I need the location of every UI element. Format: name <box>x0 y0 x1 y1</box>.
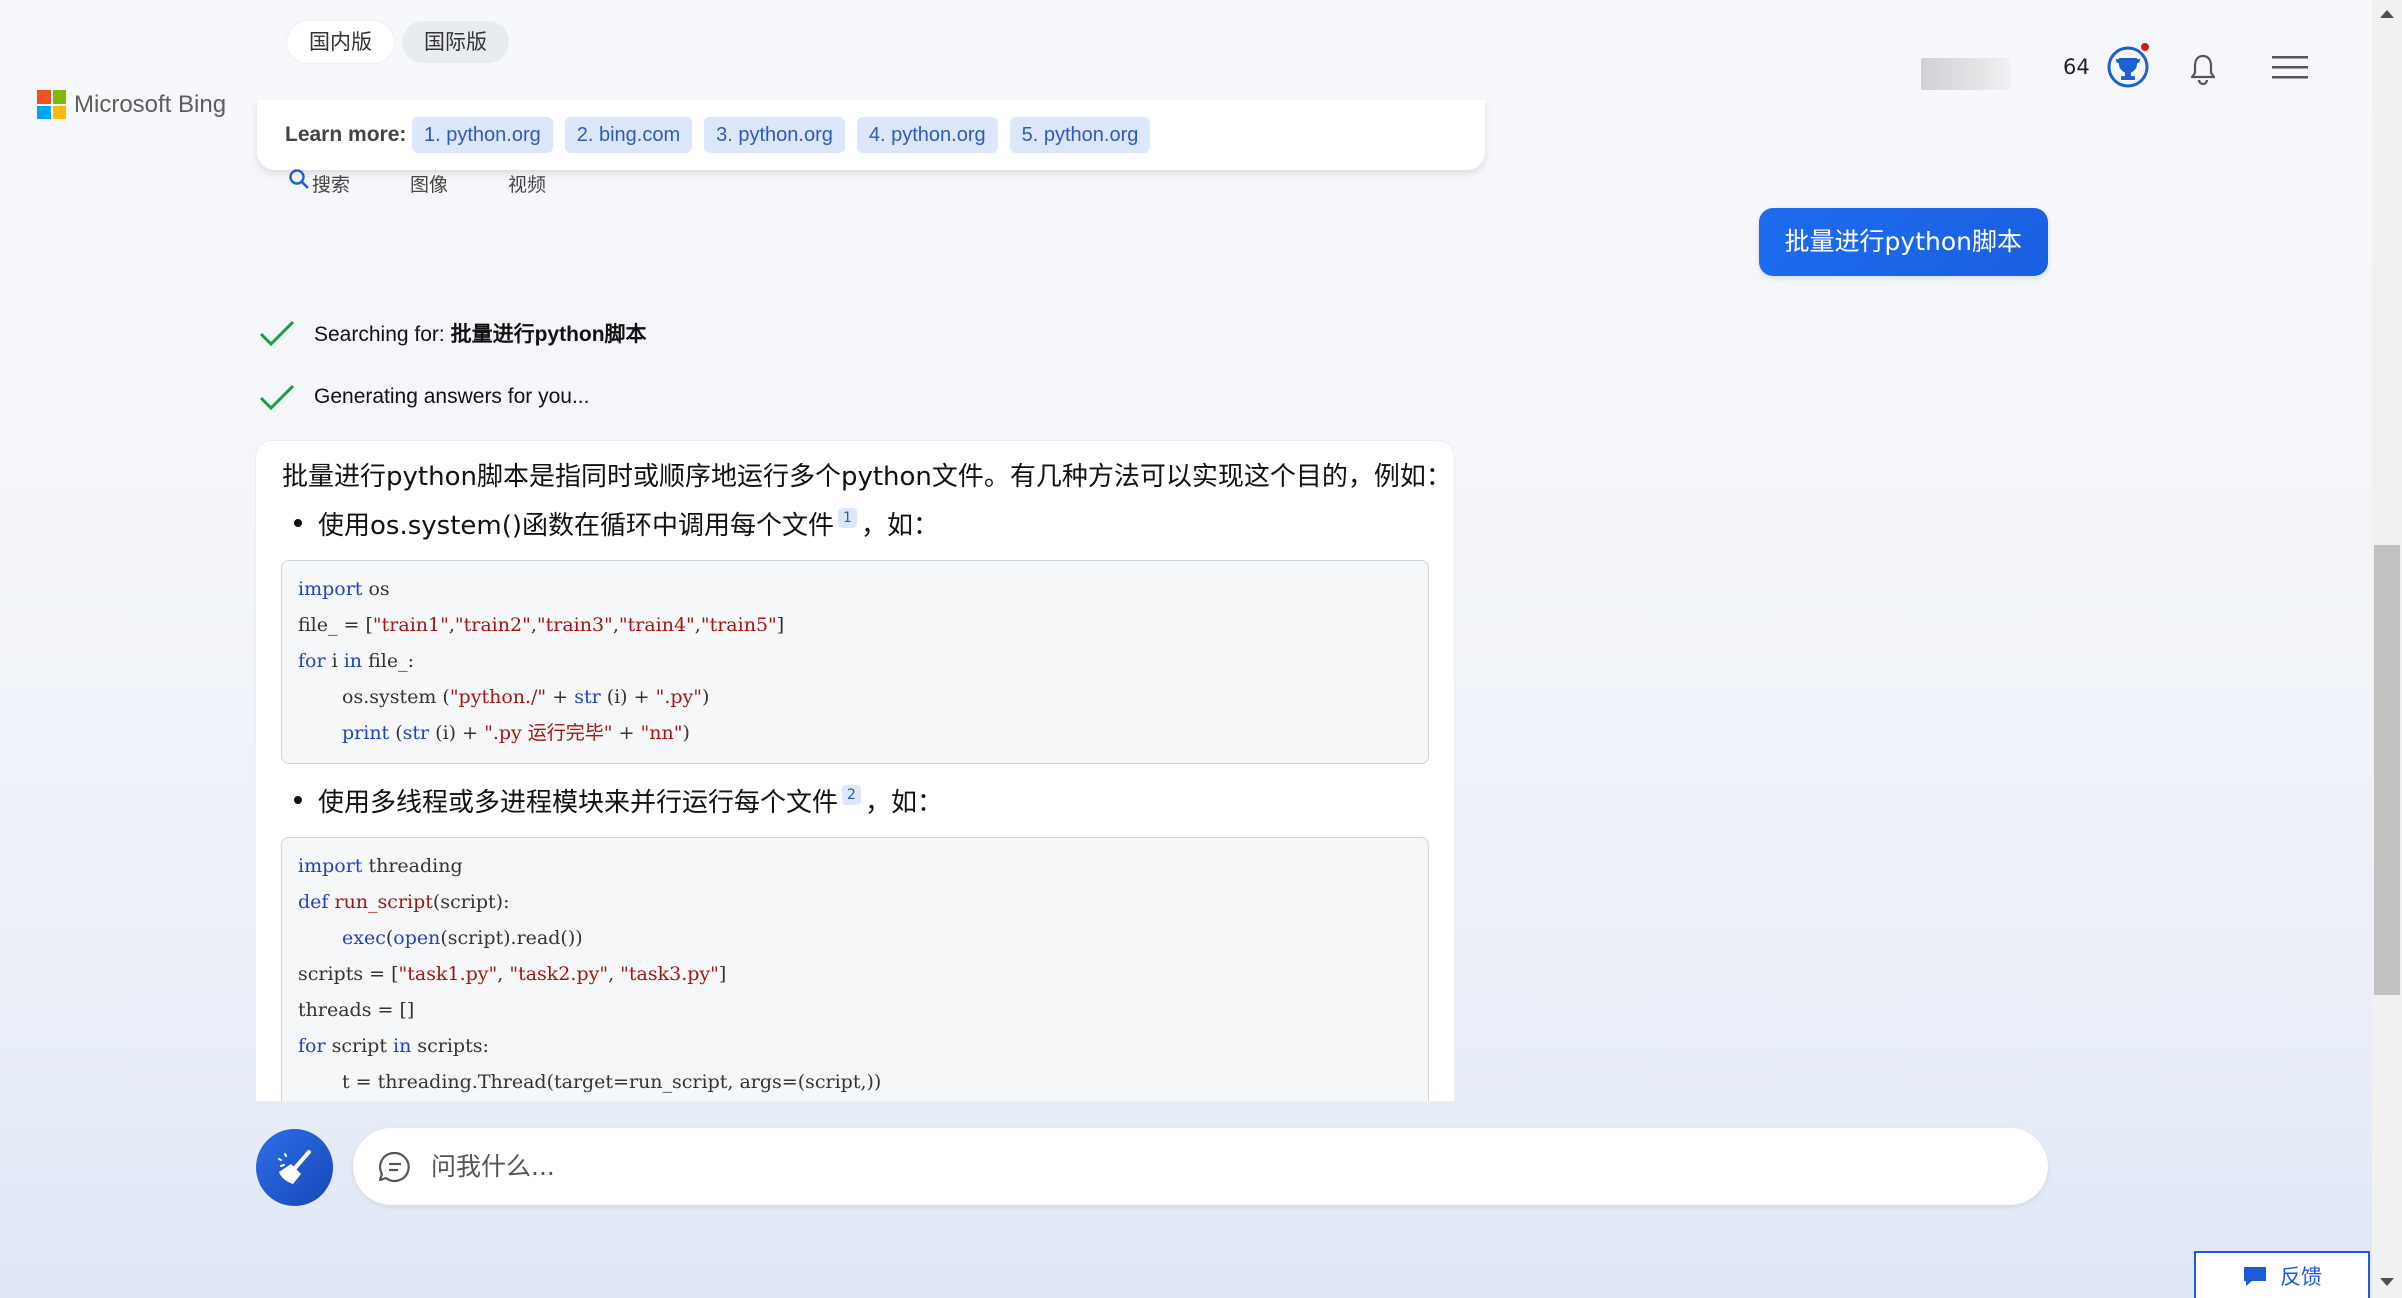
tab-search-label: 搜索 <box>312 174 351 196</box>
hamburger-menu-icon[interactable] <box>2272 54 2308 80</box>
source-link[interactable]: 2. bing.com <box>564 117 693 153</box>
code-line: os.system ("python./" + str (i) + ".py") <box>342 686 710 708</box>
bullet-text: 使用多线程或多进程模块来并行运行每个文件 <box>318 788 839 818</box>
code-line: file_ = ["train1","train2","train3","tra… <box>298 614 785 636</box>
checkmark-icon <box>259 384 295 411</box>
scroll-up-arrow-icon[interactable] <box>2380 10 2394 18</box>
code-line: import threading <box>298 855 463 877</box>
scroll-thumb[interactable] <box>2374 545 2400 995</box>
code-line: import os <box>298 578 390 600</box>
rewards-trophy-icon[interactable] <box>2104 41 2152 89</box>
code-block-2: import threading def run_script(script):… <box>281 837 1429 1101</box>
search-icon <box>289 168 309 189</box>
microsoft-logo-icon <box>37 90 66 119</box>
citation-link[interactable]: 2 <box>842 785 861 805</box>
learn-more-label: Learn more: <box>285 123 407 146</box>
tab-images[interactable]: 图像 <box>410 170 448 197</box>
learn-more-links: 1. python.org 2. bing.com 3. python.org … <box>412 117 1151 153</box>
bullet-dot <box>294 519 302 527</box>
logo-text: Microsoft Bing <box>74 90 227 118</box>
answer-intro: 批量进行python脚本是指同时或顺序地运行多个python文件。有几种方法可以… <box>282 462 1452 492</box>
searching-text: Searching for: 批量进行python脚本 <box>314 323 647 346</box>
tab-domestic[interactable]: 国内版 <box>287 21 394 63</box>
searching-status: Searching for: 批量进行python脚本 <box>258 318 647 348</box>
generating-text: Generating answers for you... <box>314 385 590 408</box>
citation-link[interactable]: 1 <box>838 508 857 528</box>
bullet-text: 使用os.system()函数在循环中调用每个文件 <box>318 511 835 541</box>
tab-search[interactable]: 搜索 <box>288 168 351 197</box>
notification-bell-icon[interactable] <box>2188 53 2218 85</box>
new-topic-button[interactable] <box>256 1129 333 1206</box>
reward-points[interactable]: 64 <box>2063 55 2090 79</box>
learn-more-card: Learn more: 1. python.org 2. bing.com 3.… <box>257 100 1485 170</box>
scroll-down-arrow-icon[interactable] <box>2380 1278 2394 1286</box>
chat-bubble-icon <box>378 1151 410 1182</box>
bullet-dot <box>294 796 302 804</box>
feedback-label: 反馈 <box>2280 1264 2322 1289</box>
code-line: threads = [] <box>298 999 415 1021</box>
code-line: scripts = ["task1.py", "task2.py", "task… <box>298 963 727 985</box>
search-vertical-tabs: 搜索 图像 视频 <box>288 168 546 197</box>
code-line: for i in file_: <box>298 650 414 672</box>
ask-input[interactable] <box>431 1152 1931 1181</box>
market-switcher: 国内版 国际版 <box>287 21 509 63</box>
feedback-button[interactable]: 反馈 <box>2194 1251 2370 1298</box>
source-link[interactable]: 5. python.org <box>1009 117 1151 153</box>
source-link[interactable]: 4. python.org <box>856 117 998 153</box>
user-message-bubble: 批量进行python脚本 <box>1758 208 2048 276</box>
ask-box[interactable] <box>353 1128 2048 1205</box>
source-link[interactable]: 3. python.org <box>704 117 845 153</box>
feedback-icon <box>2244 1266 2266 1286</box>
source-link[interactable]: 1. python.org <box>412 117 553 153</box>
code-block-1: import os file_ = ["train1","train2","tr… <box>281 560 1429 764</box>
code-line: def run_script(script): <box>298 891 510 913</box>
profile-name[interactable] <box>1921 58 2011 90</box>
answer-bullet: 使用多线程或多进程模块来并行运行每个文件 2 ，如： <box>294 782 943 819</box>
broom-icon <box>277 1149 311 1184</box>
answer-bullet: 使用os.system()函数在循环中调用每个文件 1 ，如： <box>294 505 939 542</box>
code-line: exec(open(script).read()) <box>342 927 583 949</box>
page-scrollbar[interactable] <box>2372 0 2402 1298</box>
checkmark-icon <box>259 320 295 347</box>
generating-status: Generating answers for you... <box>258 382 589 412</box>
answer-card: 批量进行python脚本是指同时或顺序地运行多个python文件。有几种方法可以… <box>256 441 1454 1101</box>
code-line: t = threading.Thread(target=run_script, … <box>342 1071 882 1093</box>
tab-videos[interactable]: 视频 <box>508 170 546 197</box>
bing-logo[interactable]: Microsoft Bing <box>37 90 226 119</box>
bullet-suffix: ，如： <box>864 788 943 818</box>
tab-international[interactable]: 国际版 <box>402 21 509 63</box>
code-line: print (str (i) + ".py 运行完毕" + "nn") <box>342 722 690 744</box>
code-line: for script in scripts: <box>298 1035 489 1057</box>
bullet-suffix: ，如： <box>860 511 939 541</box>
